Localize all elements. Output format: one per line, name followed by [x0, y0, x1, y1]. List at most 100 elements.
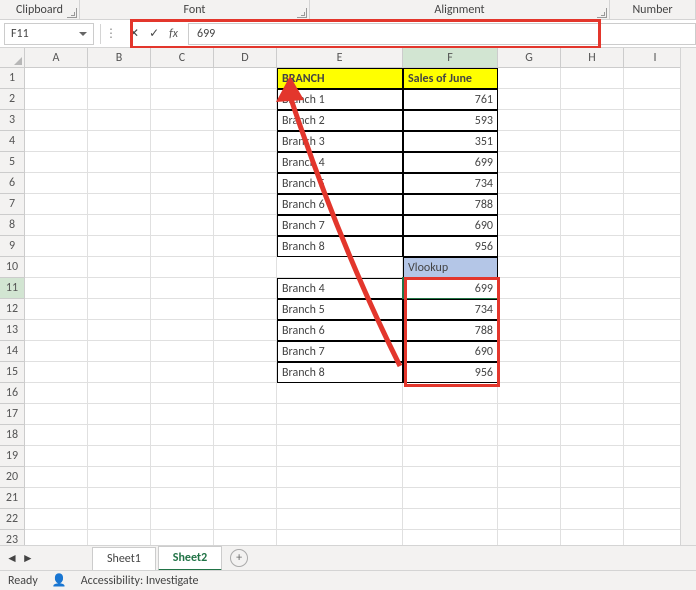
cell[interactable]	[88, 68, 151, 89]
formula-input[interactable]: 699	[188, 23, 696, 45]
cell[interactable]	[151, 362, 214, 383]
cell[interactable]	[214, 110, 277, 131]
row-header[interactable]: 1	[0, 68, 25, 89]
cell[interactable]	[88, 383, 151, 404]
cell[interactable]: Branch 4	[277, 152, 403, 173]
cell[interactable]	[498, 467, 561, 488]
cell[interactable]	[498, 530, 561, 545]
cell[interactable]: Branch 7	[277, 341, 403, 362]
cell[interactable]	[151, 236, 214, 257]
cell[interactable]	[624, 278, 687, 299]
row-header[interactable]: 13	[0, 320, 25, 341]
cell[interactable]: Branch 8	[277, 362, 403, 383]
cell[interactable]	[25, 362, 88, 383]
cell[interactable]	[214, 404, 277, 425]
accessibility-icon[interactable]: 👤	[52, 573, 67, 588]
row-header[interactable]: 21	[0, 488, 25, 509]
col-header[interactable]: E	[277, 48, 403, 67]
cell[interactable]	[498, 173, 561, 194]
cell[interactable]	[561, 467, 624, 488]
cell[interactable]: 761	[403, 89, 498, 110]
cell[interactable]	[624, 299, 687, 320]
cell[interactable]: 956	[403, 362, 498, 383]
cell[interactable]	[498, 425, 561, 446]
cell[interactable]	[25, 425, 88, 446]
cell[interactable]	[561, 341, 624, 362]
cell[interactable]	[88, 509, 151, 530]
cell[interactable]	[151, 530, 214, 545]
tab-nav[interactable]: ◄►	[0, 551, 30, 566]
cell[interactable]	[25, 278, 88, 299]
row-header[interactable]: 7	[0, 194, 25, 215]
cell[interactable]	[88, 530, 151, 545]
cell[interactable]	[561, 509, 624, 530]
cell[interactable]	[403, 446, 498, 467]
cell[interactable]	[25, 509, 88, 530]
cell[interactable]	[561, 152, 624, 173]
cell[interactable]	[624, 152, 687, 173]
cell[interactable]	[151, 89, 214, 110]
cell[interactable]	[88, 110, 151, 131]
cell[interactable]	[498, 89, 561, 110]
cell[interactable]	[498, 236, 561, 257]
cell[interactable]	[151, 299, 214, 320]
grid[interactable]: A B C D E F G H I 1BRANCHSales of June2B…	[0, 48, 696, 545]
cell[interactable]	[403, 488, 498, 509]
cell[interactable]	[151, 341, 214, 362]
cell[interactable]	[151, 194, 214, 215]
cell[interactable]	[88, 446, 151, 467]
row-header[interactable]: 18	[0, 425, 25, 446]
cell[interactable]	[561, 236, 624, 257]
cell[interactable]	[214, 152, 277, 173]
cell[interactable]	[151, 383, 214, 404]
cell[interactable]	[88, 488, 151, 509]
col-header[interactable]: C	[151, 48, 214, 67]
cell[interactable]	[25, 530, 88, 545]
col-header[interactable]: D	[214, 48, 277, 67]
cell[interactable]	[498, 194, 561, 215]
cell[interactable]: 734	[403, 173, 498, 194]
cell[interactable]	[561, 131, 624, 152]
cell[interactable]	[214, 131, 277, 152]
cell[interactable]	[403, 404, 498, 425]
cell[interactable]	[25, 110, 88, 131]
cell[interactable]: BRANCH	[277, 68, 403, 89]
cell[interactable]	[214, 509, 277, 530]
cell[interactable]	[151, 509, 214, 530]
dialog-launcher-icon[interactable]	[297, 8, 307, 18]
cell[interactable]	[151, 446, 214, 467]
cell[interactable]	[561, 299, 624, 320]
cell[interactable]	[561, 404, 624, 425]
row-header[interactable]: 22	[0, 509, 25, 530]
vertical-scrollbar[interactable]	[680, 48, 696, 545]
cell[interactable]	[151, 173, 214, 194]
cell[interactable]	[25, 152, 88, 173]
cell[interactable]	[624, 446, 687, 467]
cell[interactable]	[214, 257, 277, 278]
cell[interactable]	[25, 341, 88, 362]
cell[interactable]: 690	[403, 215, 498, 236]
cell[interactable]	[561, 110, 624, 131]
cell[interactable]	[151, 320, 214, 341]
cell[interactable]	[151, 68, 214, 89]
cell[interactable]	[498, 68, 561, 89]
cell[interactable]	[498, 362, 561, 383]
col-header[interactable]: I	[624, 48, 687, 67]
cell[interactable]	[561, 89, 624, 110]
cell[interactable]	[403, 383, 498, 404]
cell[interactable]	[561, 383, 624, 404]
cell[interactable]: 593	[403, 110, 498, 131]
cell[interactable]	[561, 68, 624, 89]
cell[interactable]	[624, 467, 687, 488]
cell[interactable]	[498, 488, 561, 509]
cell[interactable]	[561, 488, 624, 509]
cell[interactable]	[88, 278, 151, 299]
cell[interactable]	[214, 362, 277, 383]
cell[interactable]	[214, 383, 277, 404]
cell[interactable]	[624, 110, 687, 131]
cell[interactable]	[151, 404, 214, 425]
cell[interactable]	[25, 257, 88, 278]
row-header[interactable]: 5	[0, 152, 25, 173]
cell[interactable]	[498, 299, 561, 320]
dialog-launcher-icon[interactable]	[67, 8, 77, 18]
